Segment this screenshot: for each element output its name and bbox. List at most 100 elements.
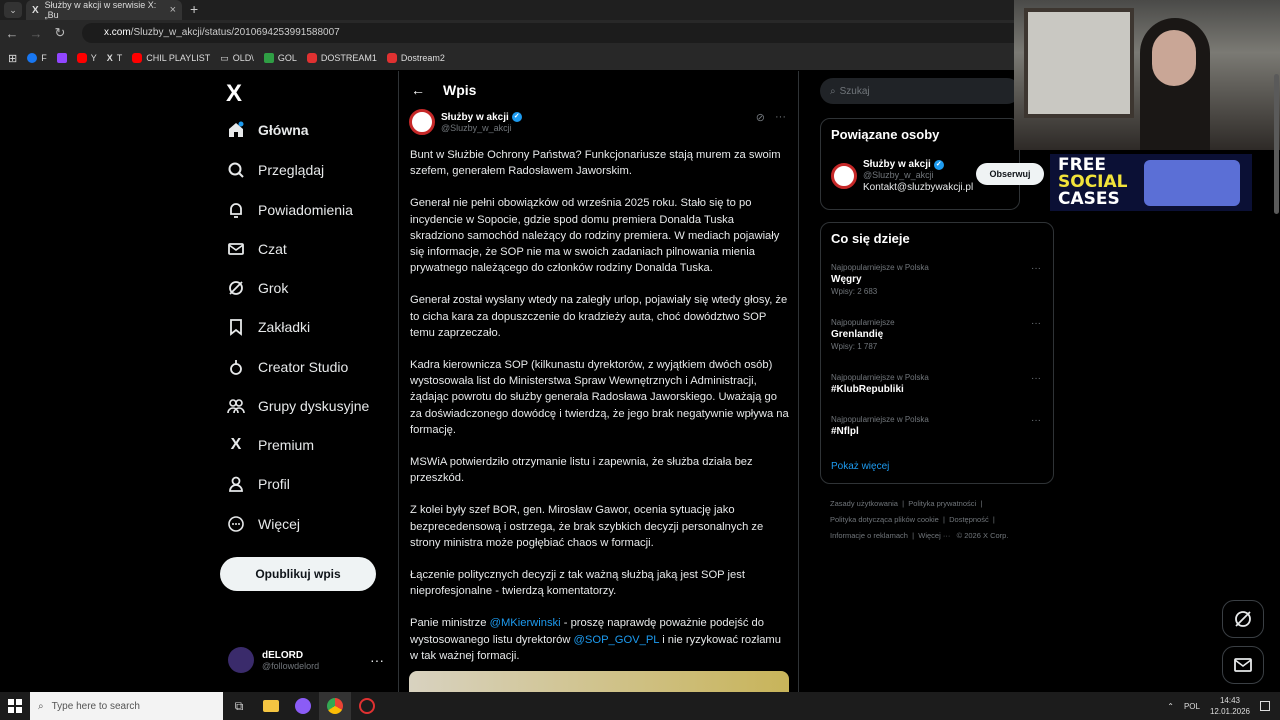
grok-fab-button[interactable]: [1222, 600, 1264, 638]
nav-premium[interactable]: X Premium: [226, 435, 314, 455]
nav-label: Creator Studio: [258, 359, 349, 375]
bookmark-item[interactable]: [56, 53, 67, 63]
home-icon: [226, 120, 246, 140]
bookmark-item[interactable]: GOL: [263, 53, 297, 63]
trend-category: Najpopularniejsze w Polska: [831, 415, 929, 424]
app-icon[interactable]: [351, 698, 383, 714]
nav-bookmarks[interactable]: Zakładki: [226, 317, 310, 337]
youtube-icon: [76, 53, 87, 63]
related-person[interactable]: Służby w akcji ✓ @Sluzby_w_akcji Kontakt@…: [831, 159, 973, 193]
nav-label: Przeglądaj: [258, 162, 325, 178]
trend-item[interactable]: Najpopularniejsze w Polska #KlubRepublik…: [831, 373, 1041, 395]
author-name[interactable]: Służby w akcji: [441, 112, 509, 123]
avatar[interactable]: [831, 163, 857, 189]
post-text: Bunt w Służbie Ochrony Państwa? Funkcjon…: [410, 147, 790, 680]
nav-explore[interactable]: Przeglądaj: [226, 160, 324, 180]
bookmark-item[interactable]: XT: [107, 53, 123, 63]
nav-more[interactable]: Więcej: [226, 514, 300, 534]
footer-link[interactable]: Informacje o reklamach: [830, 531, 908, 540]
more-icon[interactable]: ···: [1031, 373, 1041, 384]
more-circle-icon: [226, 514, 246, 534]
x-logo-icon[interactable]: X: [226, 80, 242, 108]
mention-link[interactable]: @MKierwinski: [490, 617, 561, 629]
back-arrow-icon[interactable]: ←: [411, 82, 425, 98]
author-handle[interactable]: @Sluzby_w_akcji: [441, 123, 522, 133]
mention-link[interactable]: @SOP_GOV_PL: [574, 634, 660, 646]
footer-link[interactable]: Więcej ···: [918, 531, 950, 540]
nav-home[interactable]: Główna: [226, 120, 309, 140]
back-arrow-icon[interactable]: ←: [0, 26, 24, 41]
new-tab-button[interactable]: +: [190, 1, 198, 17]
task-view-icon[interactable]: ⧉: [223, 699, 255, 714]
nav-communities[interactable]: Grupy dyskusyjne: [226, 396, 369, 416]
language-indicator[interactable]: POL: [1184, 702, 1200, 711]
x-icon: X: [230, 436, 242, 453]
youtube-icon: [132, 53, 143, 63]
main-column: ← Wpis Służby w akcji ✓ @Sluzby_w_akcji ⊘…: [398, 71, 799, 693]
post-button[interactable]: Opublikuj wpis: [220, 557, 376, 591]
bell-icon: [226, 200, 246, 220]
related-name[interactable]: Służby w akcji: [863, 159, 931, 170]
browser-tab[interactable]: X Służby w akcji w serwisie X: „Bu ×: [26, 0, 182, 20]
trend-item[interactable]: Najpopularniejsze Grenlandię Wpisy: 1 78…: [831, 318, 1041, 351]
chrome-icon[interactable]: [319, 692, 351, 720]
footer-link[interactable]: Polityka dotycząca plików cookie: [830, 515, 939, 524]
ad-banner: FREE SOCIAL CASES: [1050, 154, 1252, 211]
url-field[interactable]: x.com/Sluzby_w_akcji/status/201069425399…: [82, 23, 1042, 43]
messages-fab-button[interactable]: [1222, 646, 1264, 684]
trend-item[interactable]: Najpopularniejsze w Polska Węgry Wpisy: …: [831, 263, 1041, 296]
avatar[interactable]: [409, 109, 435, 135]
nav-creator-studio[interactable]: Creator Studio: [226, 357, 348, 377]
post-media-image[interactable]: [409, 671, 789, 693]
notifications-icon[interactable]: [1260, 701, 1270, 711]
bookmark-item[interactable]: CHIL PLAYLIST: [132, 53, 210, 63]
clock[interactable]: 14:43 12.01.2026: [1210, 695, 1250, 717]
clock-time: 14:43: [1219, 696, 1240, 705]
account-more-icon[interactable]: ···: [370, 652, 384, 668]
bookmark-item[interactable]: Dostream2: [386, 53, 445, 63]
x-favicon-icon: X: [32, 4, 39, 16]
chevron-up-icon[interactable]: ⌃: [1167, 702, 1174, 711]
nav-label: Grupy dyskusyjne: [258, 398, 370, 414]
bookmark-item[interactable]: DOSTREAM1: [306, 53, 377, 63]
trend-count: Wpisy: 2 683: [831, 287, 878, 296]
bookmark-item[interactable]: F: [27, 53, 47, 63]
account-handle: @followdelord: [262, 660, 320, 671]
messenger-app-icon[interactable]: [287, 698, 319, 714]
webcam-window-background: [1024, 8, 1134, 118]
windows-start-icon[interactable]: [0, 699, 30, 713]
scrollbar[interactable]: [1274, 74, 1279, 214]
tab-search-button[interactable]: ⌄: [4, 2, 22, 18]
bookmark-folder[interactable]: ▭ OLD\: [220, 53, 254, 64]
search-input[interactable]: ⌕ Szukaj: [820, 78, 1020, 104]
footer-link[interactable]: Polityka prywatności: [908, 499, 976, 508]
apps-grid-icon[interactable]: ⊞: [8, 52, 17, 65]
tab-close-icon[interactable]: ×: [170, 4, 176, 16]
file-explorer-icon[interactable]: [255, 700, 287, 712]
grok-icon[interactable]: ⊘: [756, 111, 765, 124]
more-icon[interactable]: ···: [775, 111, 786, 124]
page-title: Wpis: [443, 82, 477, 98]
trend-category: Najpopularniejsze w Polska: [831, 263, 929, 272]
nav-chat[interactable]: Czat: [226, 239, 287, 259]
follow-button[interactable]: Obserwuj: [976, 163, 1044, 185]
left-sidebar: X Główna Przeglądaj Powiadomienia Czat G…: [218, 72, 388, 692]
more-icon[interactable]: ···: [1031, 263, 1041, 274]
more-icon[interactable]: ···: [1031, 415, 1041, 426]
account-switcher[interactable]: dELORD @followdelord: [228, 647, 319, 673]
nav-profile[interactable]: Profil: [226, 474, 290, 494]
taskbar-search-input[interactable]: ⌕ Type here to search: [30, 692, 223, 720]
footer-link[interactable]: Zasady użytkowania: [830, 499, 898, 508]
post-paragraph: MSWiA potwierdziło otrzymanie listu i za…: [410, 456, 753, 485]
forward-arrow-icon[interactable]: →: [24, 26, 48, 41]
show-more-link[interactable]: Pokaż więcej: [831, 461, 889, 472]
nav-grok[interactable]: Grok: [226, 278, 288, 298]
post-author[interactable]: Służby w akcji ✓ @Sluzby_w_akcji: [409, 109, 522, 135]
nav-notifications[interactable]: Powiadomienia: [226, 200, 353, 220]
footer-link[interactable]: Dostępność: [949, 515, 989, 524]
reload-icon[interactable]: ↻: [48, 25, 72, 41]
bookmark-item[interactable]: Y: [76, 53, 97, 63]
more-icon[interactable]: ···: [1031, 318, 1041, 329]
trend-item[interactable]: Najpopularniejsze w Polska #Nflpl ···: [831, 415, 1041, 437]
post-paragraph: Bunt w Służbie Ochrony Państwa? Funkcjon…: [410, 149, 781, 178]
